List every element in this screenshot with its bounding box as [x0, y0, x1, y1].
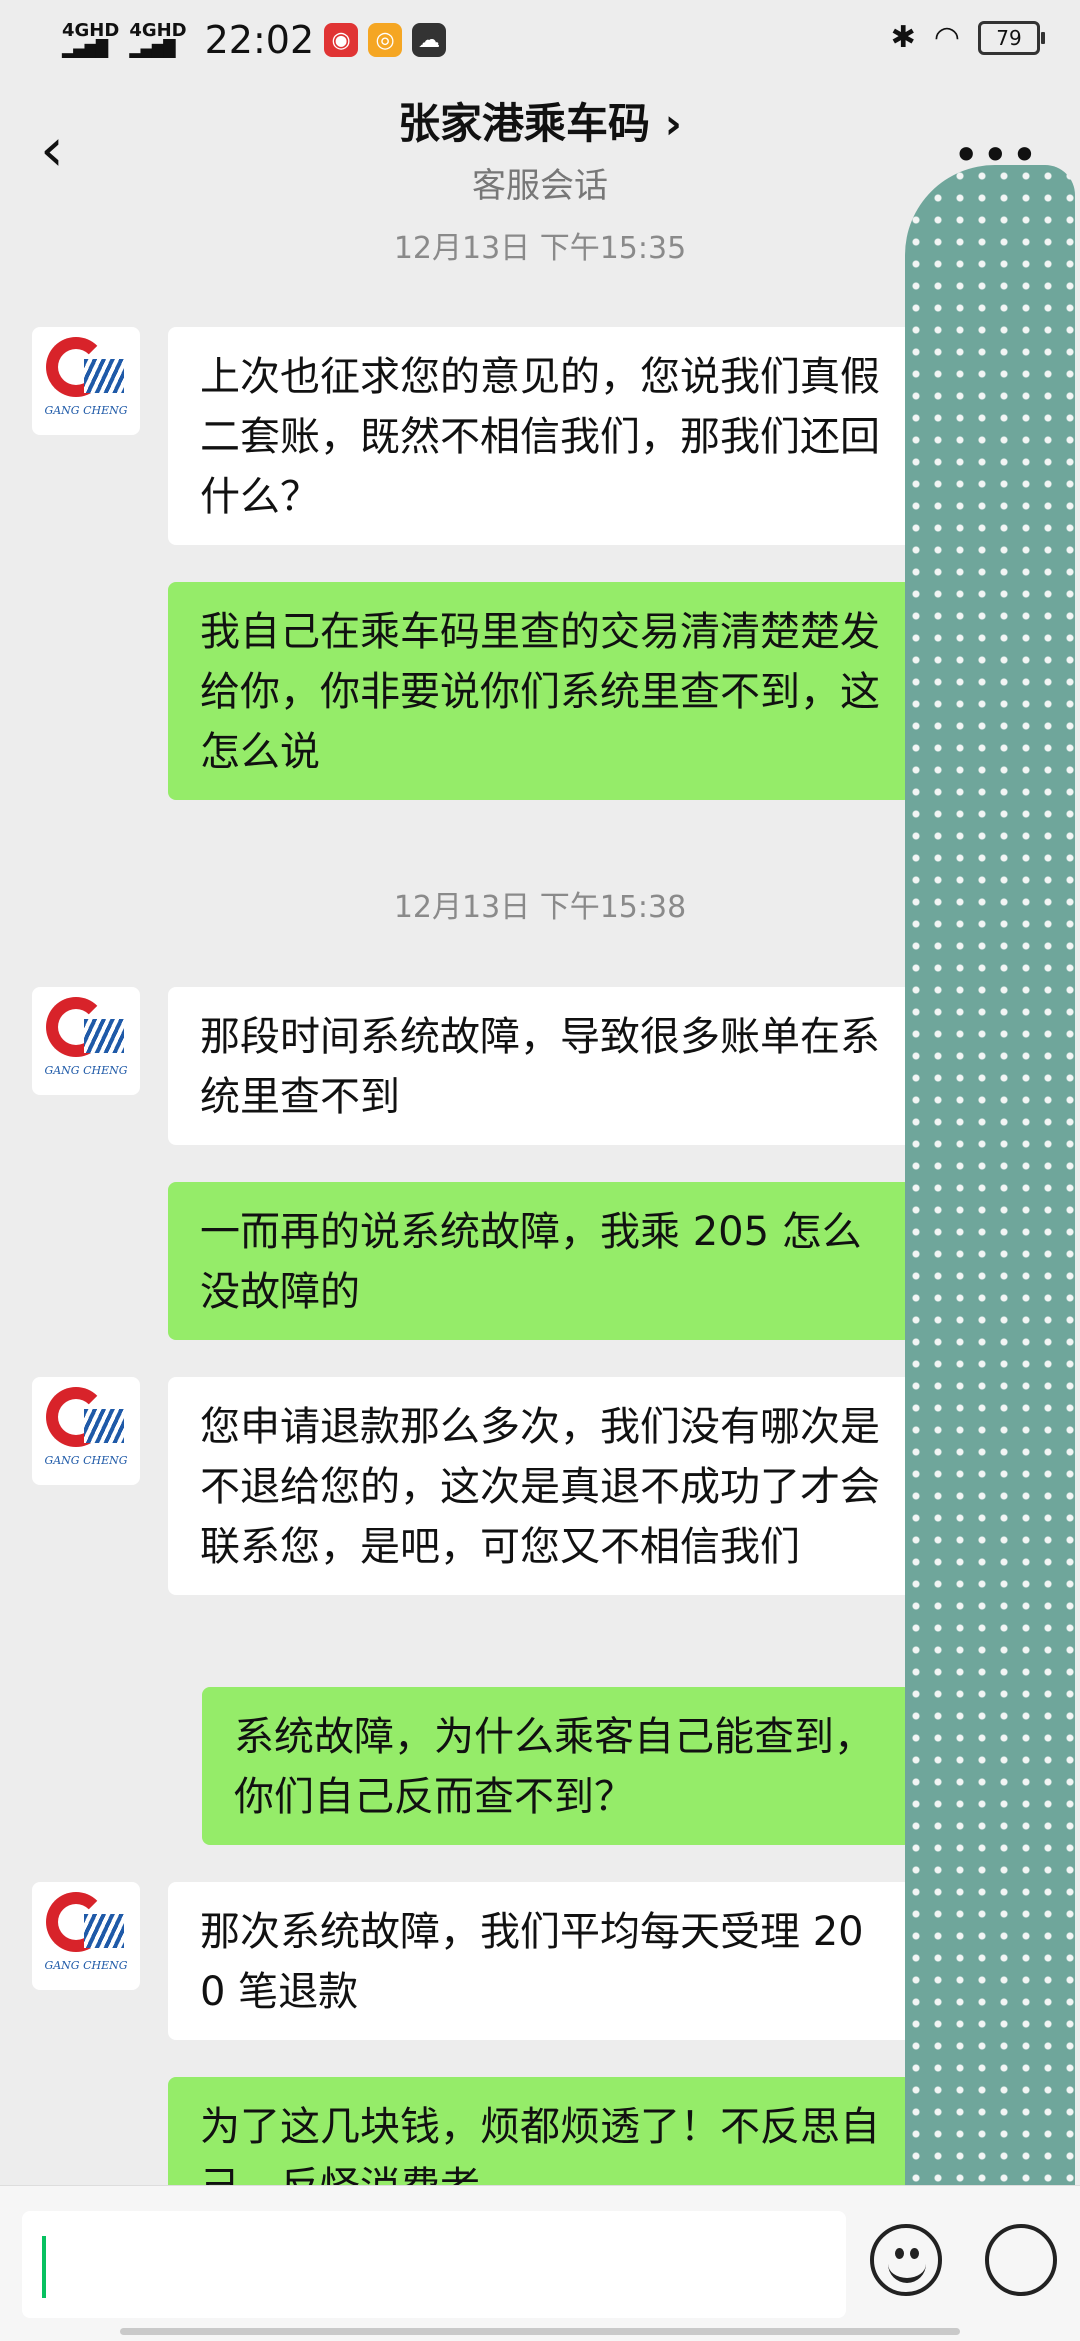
plus-button[interactable] [985, 2224, 1057, 2296]
avatar[interactable]: GANG CHENG [32, 1882, 140, 1990]
text-cursor [42, 2236, 46, 2298]
chat-subtitle: 客服会话 [472, 166, 608, 206]
signal-icon-2: 4GHD ▂▄▆█ [129, 20, 187, 58]
incoming-message-bubble[interactable]: 那段时间系统故障，导致很多账单在系统里查不到 [168, 987, 912, 1145]
message-input[interactable] [22, 2211, 846, 2318]
chat-header: ‹ 张家港乘车码 › 客服会话 ••• [0, 80, 1080, 215]
outgoing-message-bubble[interactable]: 一而再的说系统故障，我乘 205 怎么没故障的 [168, 1182, 912, 1340]
cloud-icon: ☁ [412, 23, 447, 57]
chevron-right-icon: › [664, 99, 682, 148]
outgoing-message-bubble[interactable]: 为了这几块钱，烦都烦透了！不反思自己，反怪消费者 [168, 2077, 912, 2185]
outgoing-message-bubble[interactable]: 我自己在乘车码里查的交易清清楚楚发给你，你非要说你们系统里查不到，这怎么说 [168, 582, 912, 800]
uc-app-icon: ◎ [368, 23, 403, 57]
chat-title[interactable]: 张家港乘车码 › [0, 90, 1080, 151]
incoming-message-bubble[interactable]: 那次系统故障，我们平均每天受理 200 笔退款 [168, 1882, 912, 2040]
input-bar [0, 2185, 1080, 2341]
status-time: 22:02 [204, 18, 315, 62]
battery-indicator: 79 [978, 20, 1045, 55]
home-indicator [120, 2328, 960, 2335]
bluetooth-icon: ✱ [890, 20, 916, 55]
avatar[interactable]: GANG CHENG [32, 1377, 140, 1485]
avatar[interactable]: GANG CHENG [32, 327, 140, 435]
outgoing-message-bubble[interactable]: 系统故障，为什么乘客自己能查到，你们自己反而查不到？ [202, 1687, 912, 1845]
signal-icon-1: 4GHD ▂▄▆█ [62, 20, 120, 58]
weibo-app-icon: ◉ [324, 23, 359, 57]
redaction-overlay [905, 165, 1075, 2305]
emoji-button[interactable] [870, 2224, 942, 2296]
wifi-icon: ◠ [933, 20, 960, 55]
status-bar: 4GHD ▂▄▆█ 4GHD ▂▄▆█ 22:02 ◉ ◎ ☁ ✱ ◠ 79 [0, 0, 1080, 80]
incoming-message-bubble[interactable]: 上次也征求您的意见的，您说我们真假二套账，既然不相信我们，那我们还回什么？ [168, 327, 912, 545]
avatar[interactable]: GANG CHENG [32, 987, 140, 1095]
incoming-message-bubble[interactable]: 您申请退款那么多次，我们没有哪次是不退给您的，这次是真退不成功了才会联系您，是吧… [168, 1377, 912, 1595]
